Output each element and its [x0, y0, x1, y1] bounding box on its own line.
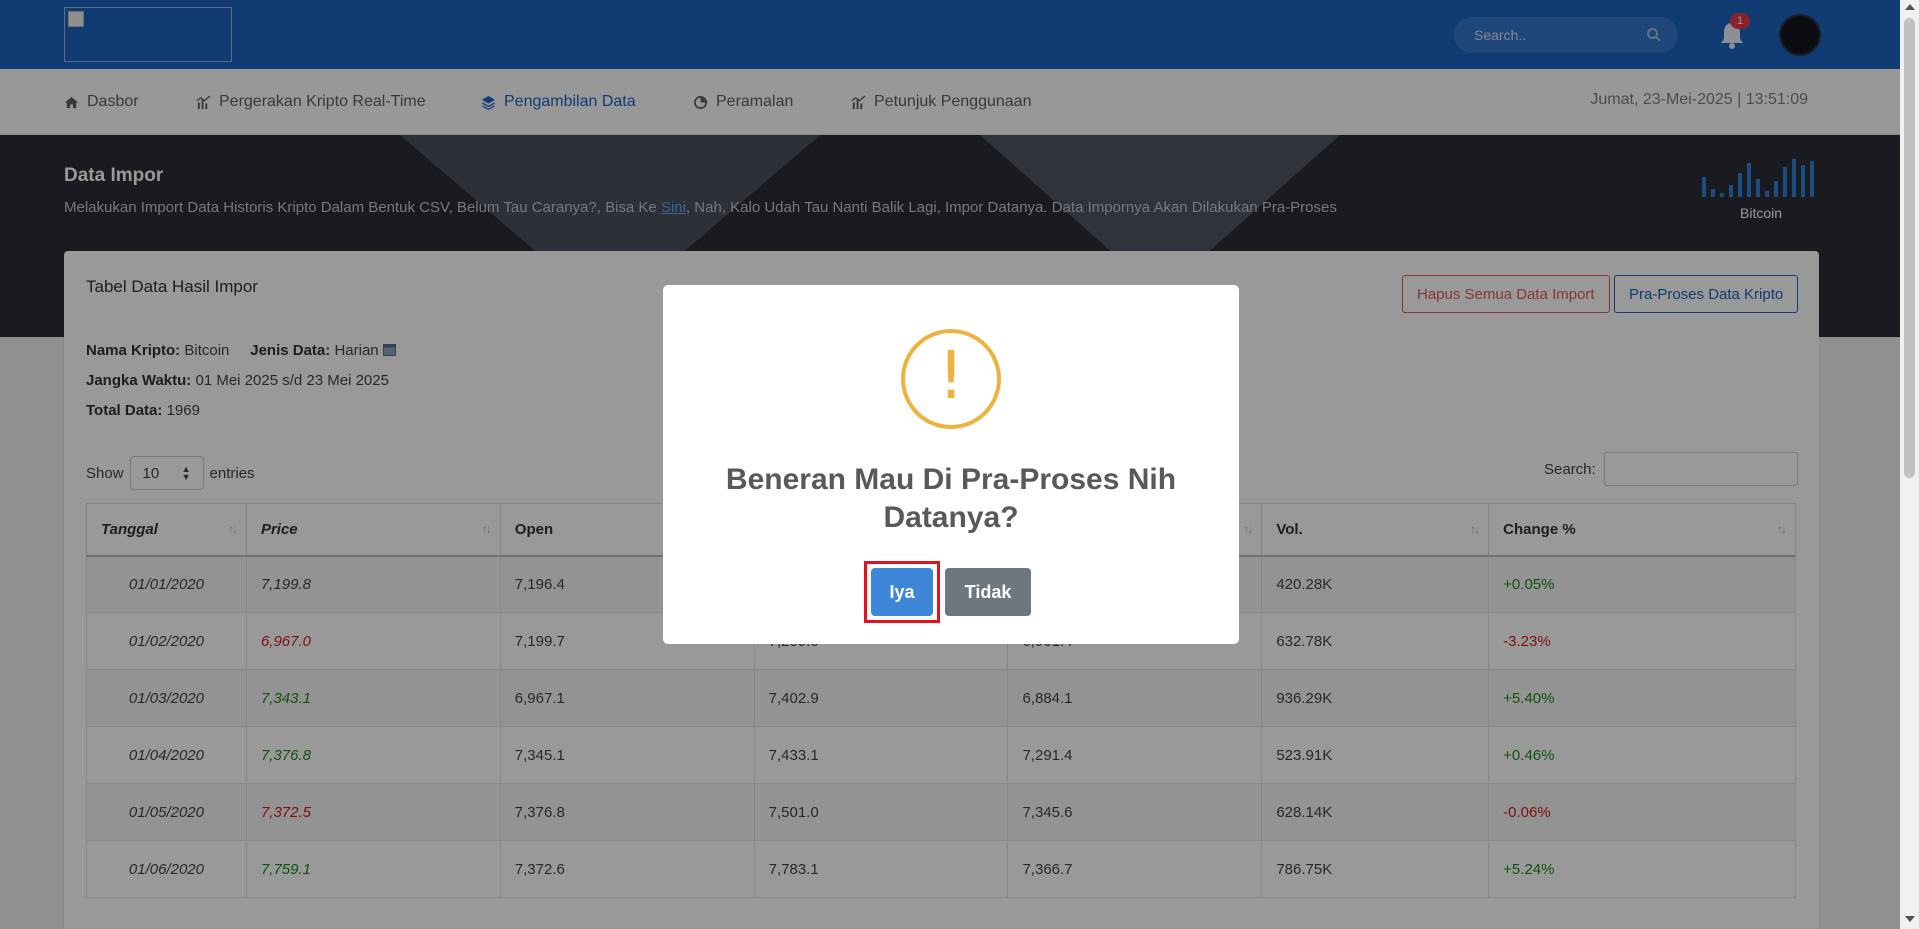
scroll-up-icon[interactable] — [1905, 4, 1915, 10]
dialog-title: Beneran Mau Di Pra-Proses Nih Datanya? — [725, 463, 1177, 534]
confirm-dialog: ! Beneran Mau Di Pra-Proses Nih Datanya?… — [663, 285, 1239, 644]
warning-mark: ! — [937, 337, 965, 414]
scroll-down-icon[interactable] — [1905, 916, 1915, 922]
scrollbar-thumb[interactable] — [1904, 18, 1915, 478]
confirm-button[interactable]: Iya — [871, 568, 933, 616]
page-scrollbar[interactable] — [1900, 0, 1919, 929]
warning-icon: ! — [901, 329, 1001, 429]
cancel-button[interactable]: Tidak — [945, 568, 1031, 616]
